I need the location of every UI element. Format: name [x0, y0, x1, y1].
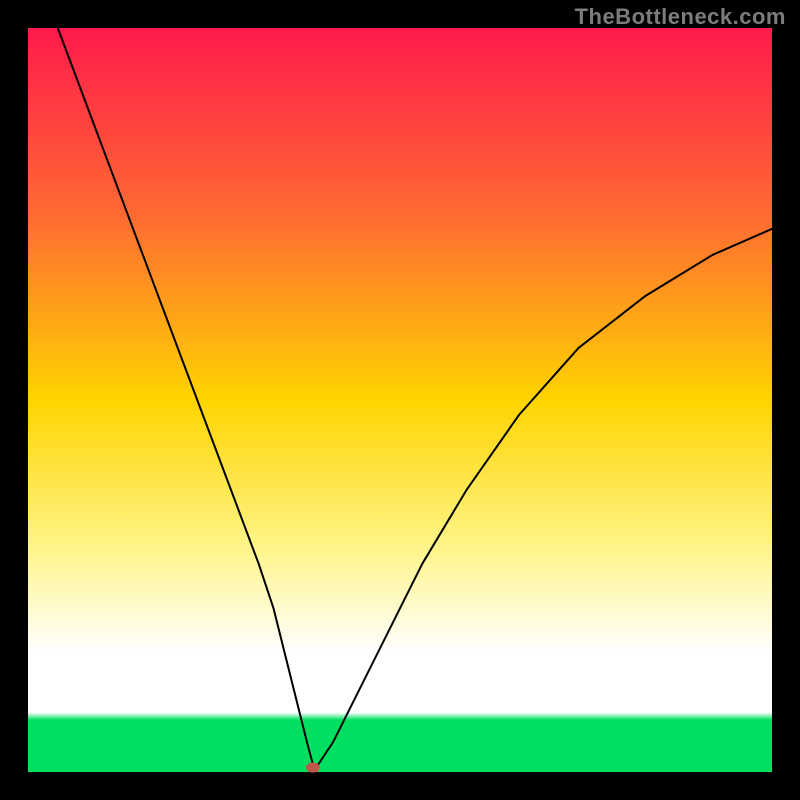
bottleneck-chart — [0, 0, 800, 800]
watermark-text: TheBottleneck.com — [575, 4, 786, 30]
plot-area — [28, 28, 772, 772]
optimal-point-marker — [306, 763, 320, 773]
chart-frame: TheBottleneck.com — [0, 0, 800, 800]
